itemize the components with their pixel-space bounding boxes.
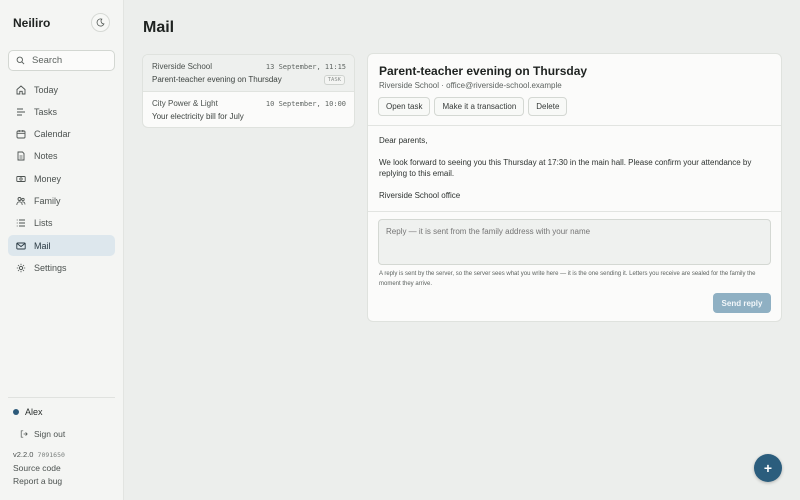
message-actions: Open task Make it a transaction Delete — [378, 97, 568, 116]
sidebar-item-settings[interactable]: Settings — [8, 257, 115, 278]
sidebar-item-lists[interactable]: Lists — [8, 213, 115, 234]
sidebar-item-label: Mail — [34, 240, 51, 251]
sidebar-item-label: Settings — [34, 262, 67, 273]
sidebar-item-family[interactable]: Family — [8, 190, 115, 211]
body-paragraph: Dear parents, — [379, 136, 428, 145]
body-paragraph: Riverside School office — [379, 191, 461, 200]
mail-icon — [16, 242, 26, 250]
lists-icon — [16, 219, 25, 227]
source-code-link[interactable]: Source code — [13, 463, 61, 473]
search-label: Search — [32, 55, 63, 66]
page-title: Mail — [143, 19, 175, 36]
sidebar-item-tasks[interactable]: Tasks — [8, 101, 115, 122]
calendar-icon — [16, 130, 26, 139]
mail-list: Riverside School 13 September, 11:15 Par… — [142, 54, 355, 128]
mail-list-item[interactable]: Riverside School 13 September, 11:15 Par… — [143, 55, 354, 92]
message-body: Dear parents, We look forward to seeing … — [379, 135, 774, 212]
version-number: v2.2.0 — [13, 450, 34, 459]
report-bug-link[interactable]: Report a bug — [13, 476, 62, 486]
theme-toggle-button[interactable] — [91, 13, 110, 32]
mail-date: 13 September, 11:15 — [265, 63, 346, 71]
reply-input[interactable] — [378, 219, 771, 265]
open-task-button[interactable]: Open task — [378, 97, 431, 116]
app-version: v2.2.0 7091650 — [13, 450, 65, 459]
send-reply-button[interactable]: Send reply — [713, 293, 771, 313]
search-icon — [16, 56, 25, 65]
mail-subject: Parent-teacher evening on Thursday — [152, 75, 282, 84]
body-paragraph: We look forward to seeing you this Thurs… — [379, 158, 752, 178]
brand-logo: Neiliro — [13, 16, 51, 30]
user-name: Alex — [25, 407, 43, 417]
sidebar-item-label: Today — [34, 84, 59, 95]
sidebar-nav: Today Tasks Calendar Notes Money Family … — [8, 79, 115, 280]
current-user: Alex — [13, 407, 43, 417]
home-icon — [16, 84, 26, 94]
sidebar-item-label: Notes — [34, 151, 58, 162]
delete-button[interactable]: Delete — [528, 97, 568, 116]
sidebar-item-money[interactable]: Money — [8, 168, 115, 189]
sign-out-icon — [20, 430, 28, 438]
sign-out-button[interactable]: Sign out — [20, 429, 65, 439]
moon-icon — [96, 18, 105, 27]
make-transaction-button[interactable]: Make it a transaction — [434, 97, 525, 116]
sidebar-item-mail[interactable]: Mail — [8, 235, 115, 257]
sidebar-item-today[interactable]: Today — [8, 79, 115, 100]
reply-privacy-note: A reply is sent by the server, so the se… — [379, 271, 756, 287]
mail-list-item[interactable]: City Power & Light 10 September, 10:00 Y… — [143, 92, 354, 127]
sidebar-item-label: Family — [34, 195, 61, 206]
commit-hash: 7091650 — [37, 451, 65, 459]
compose-fab-button[interactable]: + — [754, 454, 782, 482]
mail-reader: Parent-teacher evening on Thursday River… — [367, 53, 782, 322]
sidebar-item-label: Calendar — [34, 129, 71, 140]
search-input[interactable]: Search — [8, 50, 115, 71]
message-subject: Parent-teacher evening on Thursday — [379, 64, 588, 78]
mail-date: 10 September, 10:00 — [265, 100, 346, 108]
notes-icon — [17, 151, 25, 161]
sidebar-item-label: Money — [34, 173, 62, 184]
divider — [368, 125, 781, 126]
sidebar: Neiliro Search Today Tasks Calendar Note… — [0, 0, 124, 500]
sidebar-item-calendar[interactable]: Calendar — [8, 124, 115, 145]
sidebar-item-label: Lists — [34, 218, 53, 229]
sidebar-item-label: Tasks — [34, 106, 58, 117]
sign-out-label: Sign out — [34, 429, 66, 439]
family-icon — [16, 197, 26, 206]
sidebar-divider — [8, 397, 115, 398]
settings-icon — [16, 263, 26, 273]
message-from: Riverside School · office@riverside-scho… — [379, 81, 562, 90]
tasks-icon — [17, 108, 25, 116]
divider — [368, 211, 781, 212]
task-badge: TASK — [323, 75, 345, 85]
money-icon — [16, 175, 26, 182]
user-status-dot — [13, 409, 19, 415]
mail-subject: Your electricity bill for July — [152, 112, 244, 121]
sidebar-item-notes[interactable]: Notes — [8, 146, 115, 167]
